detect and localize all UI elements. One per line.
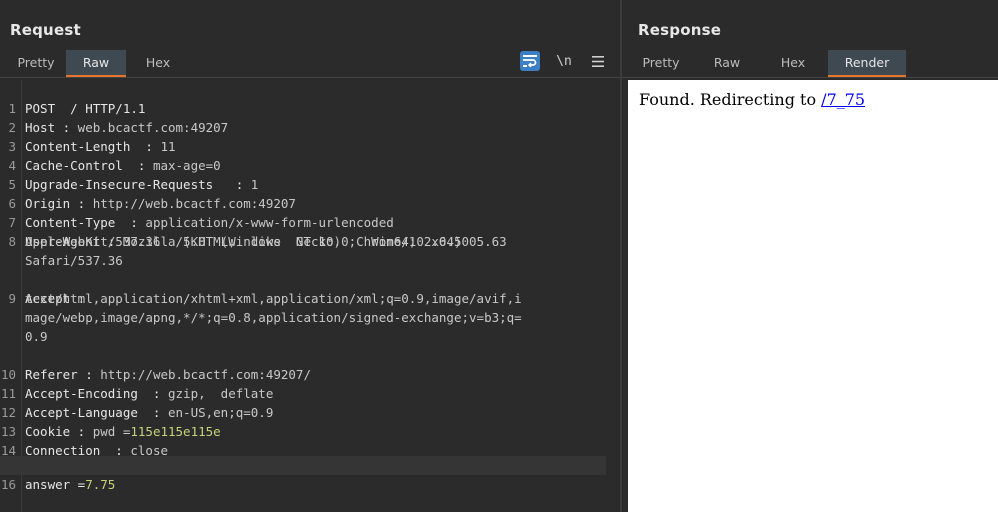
request-tabs: Pretty Raw Hex (6, 50, 190, 78)
editor-line: 10 Referer : http://web.bcactf.com:49207/ (0, 367, 311, 382)
editor-line: 9 Accept : (8, 291, 86, 306)
answer-value: 7.75 (85, 477, 116, 492)
response-tab-divider (622, 77, 998, 78)
editor-wrapped-line: Safari/537.36 (25, 253, 123, 268)
editor-line: 4 Cache-Control : max-age=0 (8, 158, 221, 173)
hamburger-menu-icon[interactable] (588, 51, 608, 71)
tab-hex[interactable]: Hex (126, 50, 190, 78)
editor-line: 2 Host : web.bcactf.com:49207 (8, 120, 229, 135)
editor-line: 6 Origin : http://web.bcactf.com:49207 (8, 196, 296, 211)
tab-raw[interactable]: Raw (694, 50, 760, 78)
redirect-link[interactable]: /7_75 (821, 90, 865, 109)
request-editor[interactable]: 1 POST / HTTP/1.1 2 Host : web.bcactf.com:… (0, 80, 620, 512)
tab-raw[interactable]: Raw (66, 50, 126, 78)
editor-wrapped-line: mage/webp,image/apng,*/*;q=0.8,applicati… (25, 310, 522, 325)
render-view: Found. Redirecting to /7_75 (628, 80, 998, 512)
tab-hex[interactable]: Hex (760, 50, 826, 78)
editor-wrapped-line: text/html,application/xhtml+xml,applicat… (25, 291, 522, 306)
show-newlines-button[interactable]: \n (554, 51, 574, 71)
editor-line: 7 Content-Type : application/x-www-form-u… (8, 215, 394, 230)
request-title: Request (10, 21, 81, 39)
editor-line-cookie: 13 Cookie : pwd =115e115e115e (0, 424, 221, 439)
editor-line-current[interactable]: 16 answer =7.75 (0, 456, 606, 492)
editor-line: 14 Connection : close (0, 443, 168, 458)
tab-render[interactable]: Render (828, 50, 906, 78)
response-pane: Response Pretty Raw Hex Render Found. Re… (622, 0, 998, 512)
editor-line: 3 Content-Length : 11 (8, 139, 176, 154)
editor-line: 12 Accept-Language : en-US,en;q=0.9 (0, 405, 274, 420)
editor-wrapped-line: 0.9 (25, 329, 48, 344)
request-tab-divider (0, 77, 620, 78)
editor-line: 5 Upgrade-Insecure-Requests : 1 (8, 177, 259, 192)
tab-pretty[interactable]: Pretty (628, 50, 694, 78)
editor-line: 1 POST / HTTP/1.1 (8, 101, 146, 116)
render-message-text: Found. Redirecting to (639, 90, 822, 109)
editor-wrapped-line: AppleWebKit/537.36 (KHTML, like Gecko) C… (25, 234, 507, 249)
response-title: Response (638, 21, 722, 39)
editor-line: 11 Accept-Encoding : gzip, deflate (0, 386, 274, 401)
render-message: Found. Redirecting to /7_75 (639, 90, 865, 109)
tab-pretty[interactable]: Pretty (6, 50, 66, 78)
request-pane: Request Pretty Raw Hex \n 1 POST / HTTP/… (0, 0, 620, 512)
request-toolbar: \n (520, 51, 608, 71)
editor-line: 8 User-Agent : Mozilla/5.0 (Windows NT 10… (8, 234, 462, 249)
response-tabs: Pretty Raw Hex Render (628, 50, 906, 78)
wrap-lines-icon[interactable] (520, 51, 540, 71)
